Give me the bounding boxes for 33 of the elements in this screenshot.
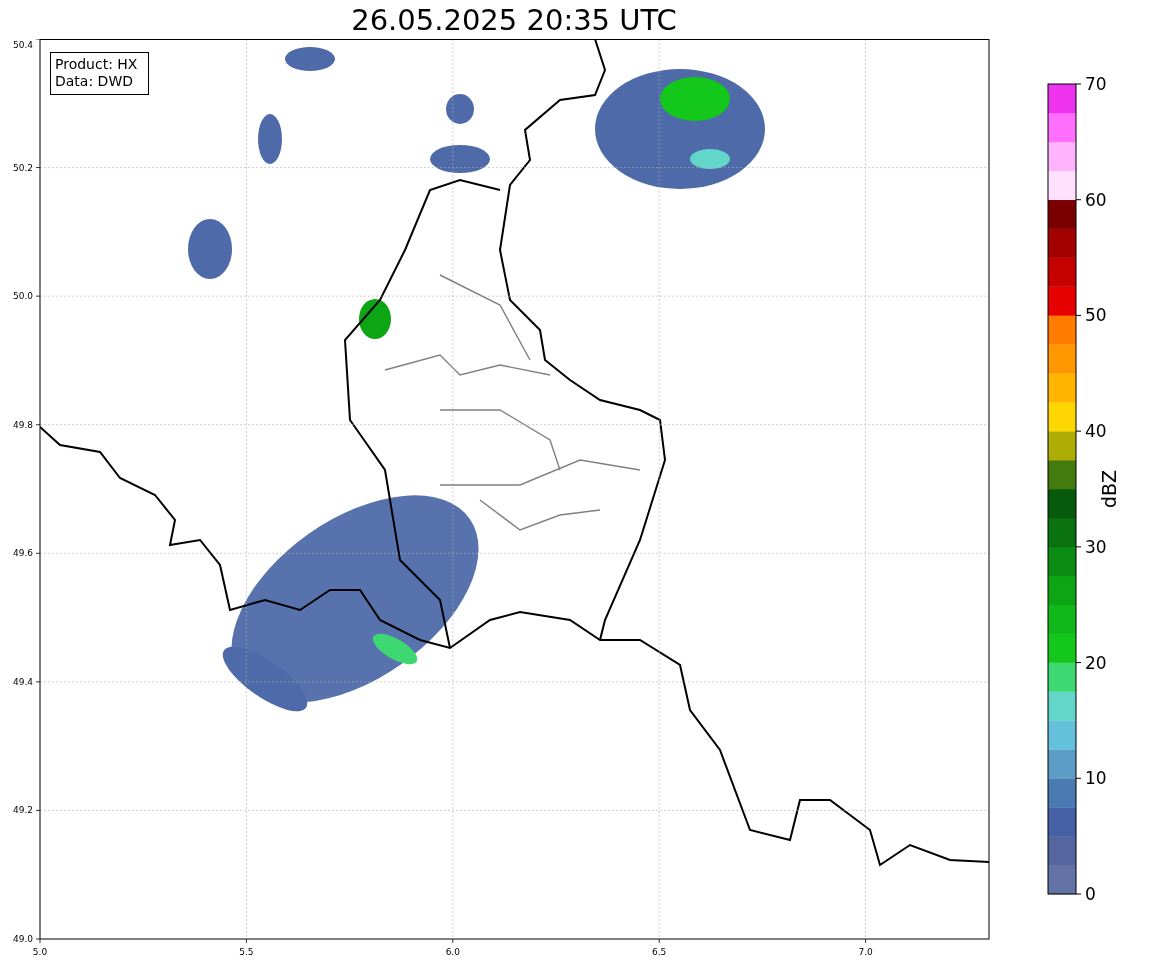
colorbar-tick-label: 50: [1085, 305, 1107, 326]
colorbar-tick-label: 40: [1085, 421, 1107, 442]
colorbar-tick-label: 10: [1085, 768, 1107, 789]
tick-label: 6.0: [445, 947, 460, 957]
colorbar-tick-label: 70: [1085, 74, 1107, 94]
annotation-text: Product: HX: [55, 56, 138, 72]
annotation-text: Data: DWD: [55, 73, 133, 89]
tick-label: 49.0: [12, 934, 33, 944]
tick-label: 50.2: [12, 162, 33, 173]
colorbar-tick-label: 0: [1085, 884, 1096, 904]
tick-mark: [1075, 83, 1082, 85]
tick-mark: [1075, 662, 1082, 664]
tick-label: 49.6: [12, 548, 33, 559]
tick-label: 7.0: [858, 947, 873, 957]
tick-mark: [1075, 199, 1082, 201]
colorbar-label: dBZ: [1098, 469, 1120, 509]
tick-label: 50.4: [12, 40, 33, 50]
tick-label: 49.8: [12, 419, 33, 430]
tick-mark: [1075, 893, 1082, 895]
tick-label: 6.5: [652, 947, 667, 957]
tick-mark: [1075, 546, 1082, 548]
colorbar-tick-label: 60: [1085, 189, 1107, 210]
tick-mark: [1075, 777, 1082, 779]
tick-label: 50.0: [12, 291, 33, 302]
chart-title: 26.05.2025 20:35 UTC: [350, 1, 678, 39]
tick-mark: [1075, 314, 1082, 316]
colorbar-tick-label: 30: [1085, 536, 1107, 557]
tick-label: 5.0: [32, 947, 48, 957]
tick-label: 5.5: [239, 947, 254, 957]
colorbar-tick-label: 20: [1085, 652, 1107, 673]
tick-label: 49.4: [12, 676, 33, 687]
tick-label: 49.2: [12, 805, 33, 816]
tick-mark: [1075, 430, 1082, 432]
